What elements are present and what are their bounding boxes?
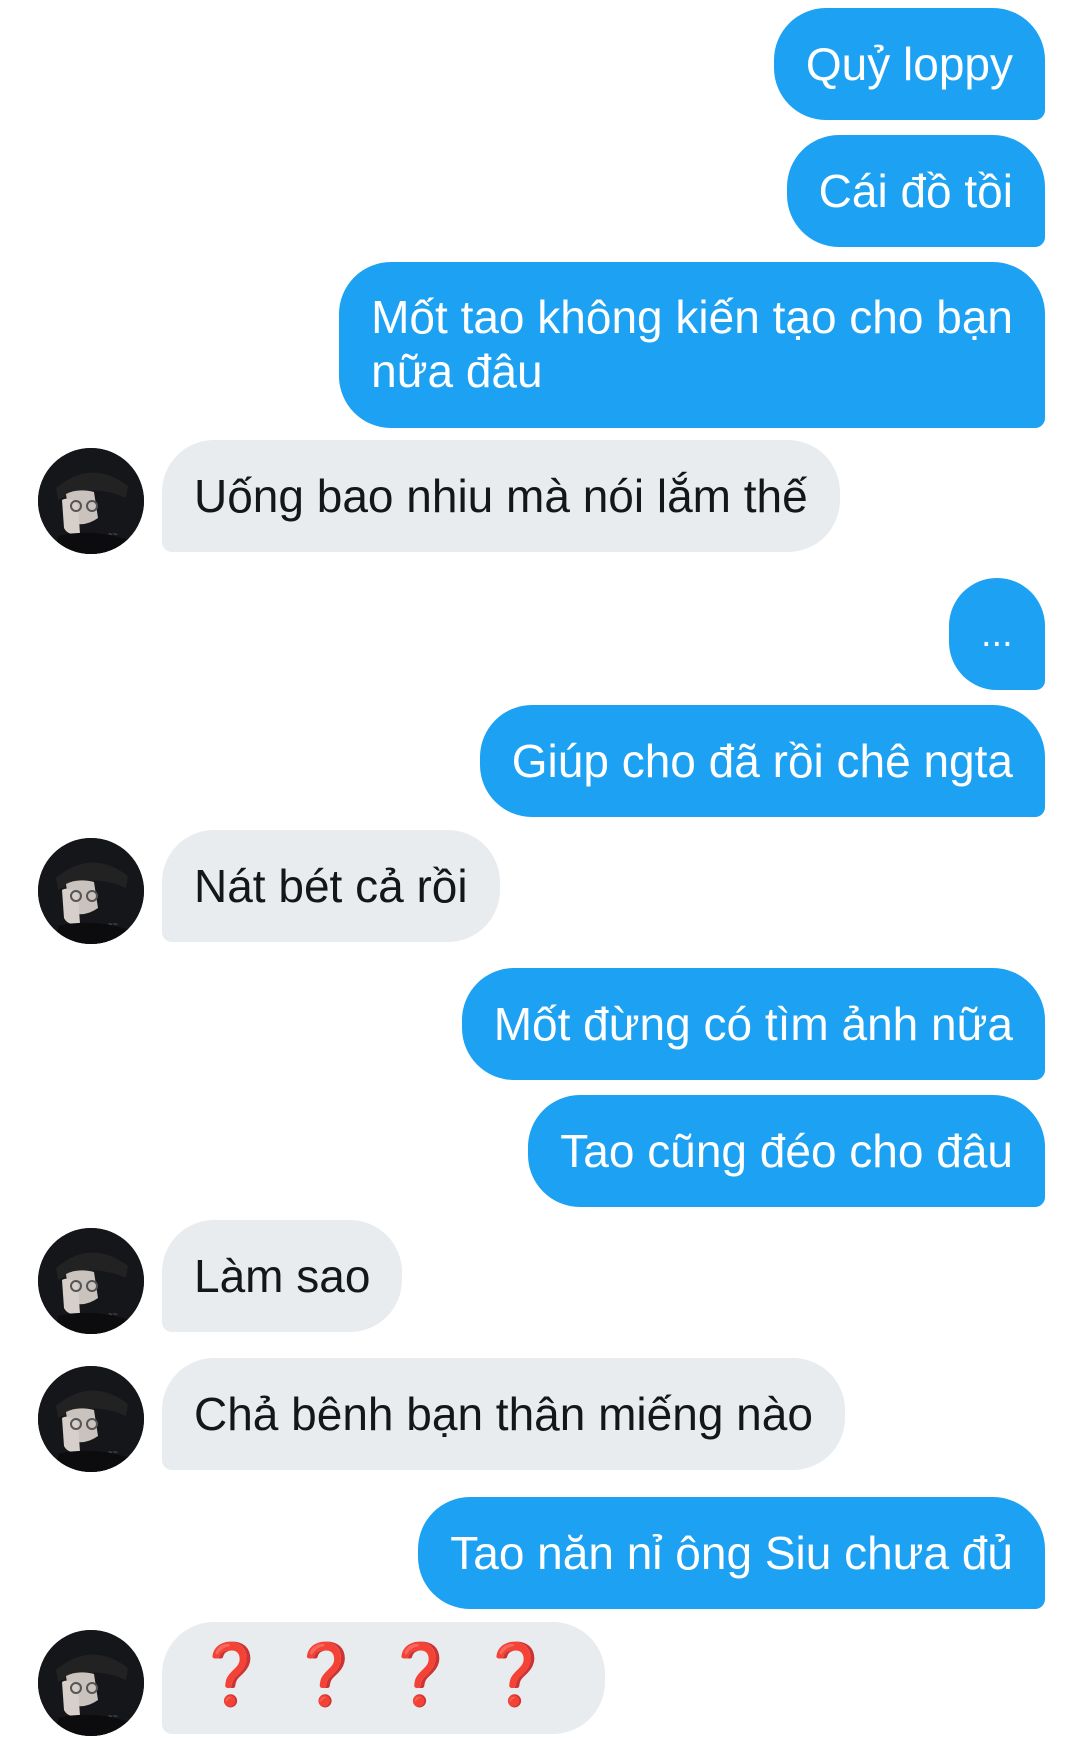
message-text: Mốt đừng có tìm ảnh nữa <box>493 998 1013 1050</box>
contact-avatar[interactable]: ~~ <box>38 1630 144 1736</box>
red-question-mark-emoji: ❓❓❓❓ <box>194 1640 573 1710</box>
message-text: ... <box>981 613 1013 655</box>
message-text-line-1: Mốt tao không kiến tạo cho bạn <box>371 291 1013 343</box>
message-text: Nát bét cả rồi <box>194 860 468 912</box>
avatar-photo-icon: ~~ <box>38 448 144 554</box>
contact-avatar[interactable]: ~~ <box>38 838 144 944</box>
avatar-photo-icon: ~~ <box>38 1630 144 1736</box>
contact-avatar[interactable]: ~~ <box>38 1228 144 1334</box>
message-text: Tao cũng đéo cho đâu <box>560 1125 1013 1177</box>
message-text-line-2: nữa đâu <box>371 345 543 397</box>
svg-text:~~: ~~ <box>108 1713 118 1720</box>
message-bubble-sent[interactable]: ... <box>949 578 1045 690</box>
avatar-photo-icon: ~~ <box>38 838 144 944</box>
svg-text:~~: ~~ <box>108 1311 118 1318</box>
message-bubble-received[interactable]: Uống bao nhiu mà nói lắm thế <box>162 440 840 552</box>
message-text: Cái đồ tồi <box>818 165 1013 217</box>
contact-avatar[interactable]: ~~ <box>38 1366 144 1472</box>
message-text: Giúp cho đã rồi chê ngta <box>511 735 1013 787</box>
message-bubble-sent[interactable]: Tao cũng đéo cho đâu <box>528 1095 1045 1207</box>
message-bubble-sent[interactable]: Quỷ loppy <box>773 8 1045 120</box>
message-bubble-sent[interactable]: Mốt tao không kiến tạo cho bạn nữa đâu <box>339 262 1045 428</box>
svg-text:~~: ~~ <box>108 921 118 928</box>
message-text: Chả bênh bạn thân miếng nào <box>194 1388 813 1440</box>
message-bubble-sent[interactable]: Mốt đừng có tìm ảnh nữa <box>461 968 1045 1080</box>
message-bubble-sent[interactable]: Cái đồ tồi <box>786 135 1045 247</box>
message-text: Uống bao nhiu mà nói lắm thế <box>194 470 808 522</box>
message-bubble-received[interactable]: Làm sao <box>162 1220 403 1332</box>
svg-text:~~: ~~ <box>108 1449 118 1456</box>
message-bubble-sent[interactable]: Tao năn nỉ ông Siu chưa đủ <box>418 1497 1045 1609</box>
contact-avatar[interactable]: ~~ <box>38 448 144 554</box>
avatar-photo-icon: ~~ <box>38 1228 144 1334</box>
svg-text:~~: ~~ <box>108 531 118 538</box>
message-bubble-received[interactable]: ❓❓❓❓ <box>162 1622 605 1734</box>
message-bubble-received[interactable]: Chả bênh bạn thân miếng nào <box>162 1358 845 1470</box>
avatar-photo-icon: ~~ <box>38 1366 144 1472</box>
message-bubble-received[interactable]: Nát bét cả rồi <box>162 830 500 942</box>
message-bubble-sent[interactable]: Giúp cho đã rồi chê ngta <box>479 705 1045 817</box>
message-text: Tao năn nỉ ông Siu chưa đủ <box>450 1527 1013 1579</box>
message-text: Làm sao <box>194 1250 371 1302</box>
message-text: Quỷ loppy <box>805 38 1013 90</box>
